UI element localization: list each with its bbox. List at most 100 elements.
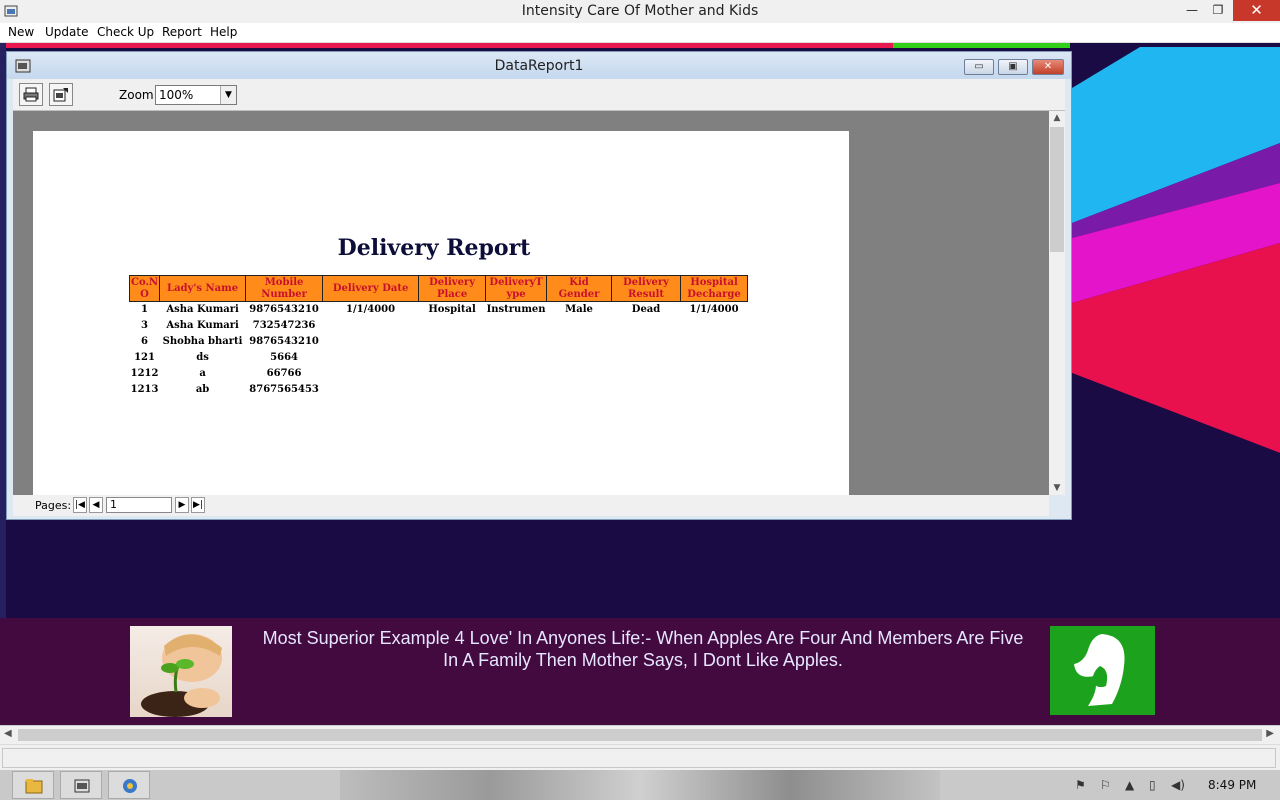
scroll-up-icon[interactable]: ▲ <box>1049 113 1065 123</box>
scroll-thumb[interactable] <box>1050 127 1064 252</box>
printer-icon <box>23 87 39 102</box>
table-cell: 3 <box>141 320 149 331</box>
table-cell <box>547 334 612 350</box>
table-cell <box>486 334 547 350</box>
first-page-icon[interactable]: |◀ <box>73 497 87 513</box>
scroll-left-icon[interactable]: ◀ <box>4 728 12 739</box>
print-button[interactable] <box>19 83 43 106</box>
report-minimize-button[interactable]: ▭ <box>964 59 994 75</box>
next-page-icon[interactable]: ▶ <box>175 497 189 513</box>
export-icon <box>53 88 68 102</box>
child-plant-photo <box>130 626 232 717</box>
page-number-input[interactable]: 1 <box>106 497 172 513</box>
table-cell: a <box>199 368 206 379</box>
volume-icon[interactable]: ◀) <box>1171 778 1185 792</box>
wifi-icon[interactable]: ▲ <box>1125 778 1134 792</box>
chevron-down-icon[interactable]: ▼ <box>220 86 236 104</box>
column-header: Hospital Decharge <box>680 275 749 302</box>
report-viewport: Delivery Report Co.N O Lady's Name Mobil… <box>13 111 1049 495</box>
pages-label: Pages: <box>35 499 72 512</box>
report-page: Delivery Report Co.N O Lady's Name Mobil… <box>33 131 849 495</box>
data-report-window: DataReport1 ▭ ▣ ✕ Zoom 100% ▼ Delivery R… <box>6 51 1072 520</box>
menu-report[interactable]: Report <box>162 25 202 39</box>
table-header-row: Co.N O Lady's Name Mobile Number Deliver… <box>128 275 749 302</box>
zoom-select[interactable]: 100% ▼ <box>155 85 237 105</box>
scroll-right-icon[interactable]: ▶ <box>1266 728 1274 739</box>
taskbar-vb-button[interactable] <box>108 771 150 799</box>
table-cell: 9876543210 <box>249 336 319 347</box>
table-cell: Shobha bharti <box>162 336 243 347</box>
table-row: 1 Asha Kumari 9876543210 1/1/4000 Hospital In… <box>130 302 748 318</box>
column-header: Delivery Place <box>418 275 487 302</box>
minimize-button[interactable]: — <box>1180 0 1204 21</box>
banner-quote: Most Superior Example 4 Love' In Anyones… <box>262 628 1024 670</box>
menu-update[interactable]: Update <box>45 25 88 39</box>
last-page-icon[interactable]: ▶| <box>191 497 205 513</box>
battery-icon[interactable]: ▯ <box>1149 778 1156 792</box>
scroll-down-icon[interactable]: ▼ <box>1049 483 1065 493</box>
column-header: Mobile Number <box>245 275 324 302</box>
table-row: 6 Shobha bharti 9876543210 <box>130 334 748 350</box>
report-window-title-bar: DataReport1 ▭ ▣ ✕ <box>7 52 1071 79</box>
column-header: Delivery Date <box>322 275 420 302</box>
table-cell: Dead <box>631 304 661 316</box>
table-cell <box>547 350 612 366</box>
table-cell <box>612 318 681 334</box>
table-cell <box>547 366 612 382</box>
table-cell: 121 <box>134 352 155 363</box>
report-window-title: DataReport1 <box>494 58 584 74</box>
menu-check-up[interactable]: Check Up <box>97 25 154 39</box>
close-button[interactable]: ✕ <box>1233 0 1280 21</box>
folder-icon <box>25 779 43 794</box>
status-field <box>2 748 1276 768</box>
table-row: 121 ds 5664 <box>130 350 748 366</box>
table-cell <box>419 318 486 334</box>
pager-bar: Pages: |◀ ◀ 1 ▶ ▶| <box>13 495 1049 516</box>
report-maximize-button[interactable]: ▣ <box>998 59 1028 75</box>
table-row: 1213 ab 8767565453 <box>130 382 748 398</box>
menu-new[interactable]: New <box>8 25 34 39</box>
table-cell <box>681 382 748 398</box>
table-cell <box>419 366 486 382</box>
zoom-label: Zoom <box>119 88 154 102</box>
previous-page-icon[interactable]: ◀ <box>89 497 103 513</box>
table-cell <box>681 334 748 350</box>
table-cell: 1/1/4000 <box>689 304 739 316</box>
column-header: Kid Gender <box>546 275 613 302</box>
horizontal-scroll-thumb[interactable] <box>18 729 1262 741</box>
taskbar-app-button[interactable] <box>60 771 102 799</box>
taskbar: ⚑ ⚐ ▲ ▯ ◀) 8:49 PM <box>0 770 1280 800</box>
table-cell <box>612 382 681 398</box>
report-heading-text: Delivery Report <box>337 235 531 261</box>
column-header: Delivery Result <box>611 275 682 302</box>
taskbar-explorer-button[interactable] <box>12 771 54 799</box>
app-title: Intensity Care Of Mother and Kids <box>521 3 759 19</box>
table-cell <box>486 366 547 382</box>
table-cell: 6 <box>141 336 149 347</box>
table-cell <box>612 334 681 350</box>
horizontal-scrollbar[interactable]: ◀ ▶ <box>0 725 1280 744</box>
action-center-icon[interactable]: ⚐ <box>1100 778 1111 792</box>
table-cell: Instrumen <box>486 304 546 316</box>
clock[interactable]: 8:49 PM <box>1208 778 1256 792</box>
table-cell: 1 <box>141 304 149 316</box>
export-button[interactable] <box>49 83 73 106</box>
table-cell: Asha Kumari <box>166 304 239 316</box>
taskbar-wallpaper-strip <box>340 770 940 800</box>
table-cell <box>323 366 419 382</box>
table-cell <box>323 382 419 398</box>
table-cell: 732547236 <box>252 320 316 331</box>
menu-bar: New Update Check Up Report Help <box>0 23 1280 43</box>
restore-button[interactable]: ❐ <box>1206 0 1230 21</box>
table-cell <box>323 334 419 350</box>
menu-help[interactable]: Help <box>210 25 237 39</box>
report-toolbar: Zoom 100% ▼ <box>13 79 1065 111</box>
report-close-button[interactable]: ✕ <box>1032 59 1064 75</box>
table-row: 3 Asha Kumari 732547236 <box>130 318 748 334</box>
network-icon[interactable]: ⚑ <box>1075 778 1086 792</box>
table-cell <box>419 334 486 350</box>
vertical-scrollbar[interactable]: ▲ ▼ <box>1049 111 1065 495</box>
visual-basic-icon <box>123 779 137 793</box>
table-cell <box>681 366 748 382</box>
table-cell <box>612 350 681 366</box>
